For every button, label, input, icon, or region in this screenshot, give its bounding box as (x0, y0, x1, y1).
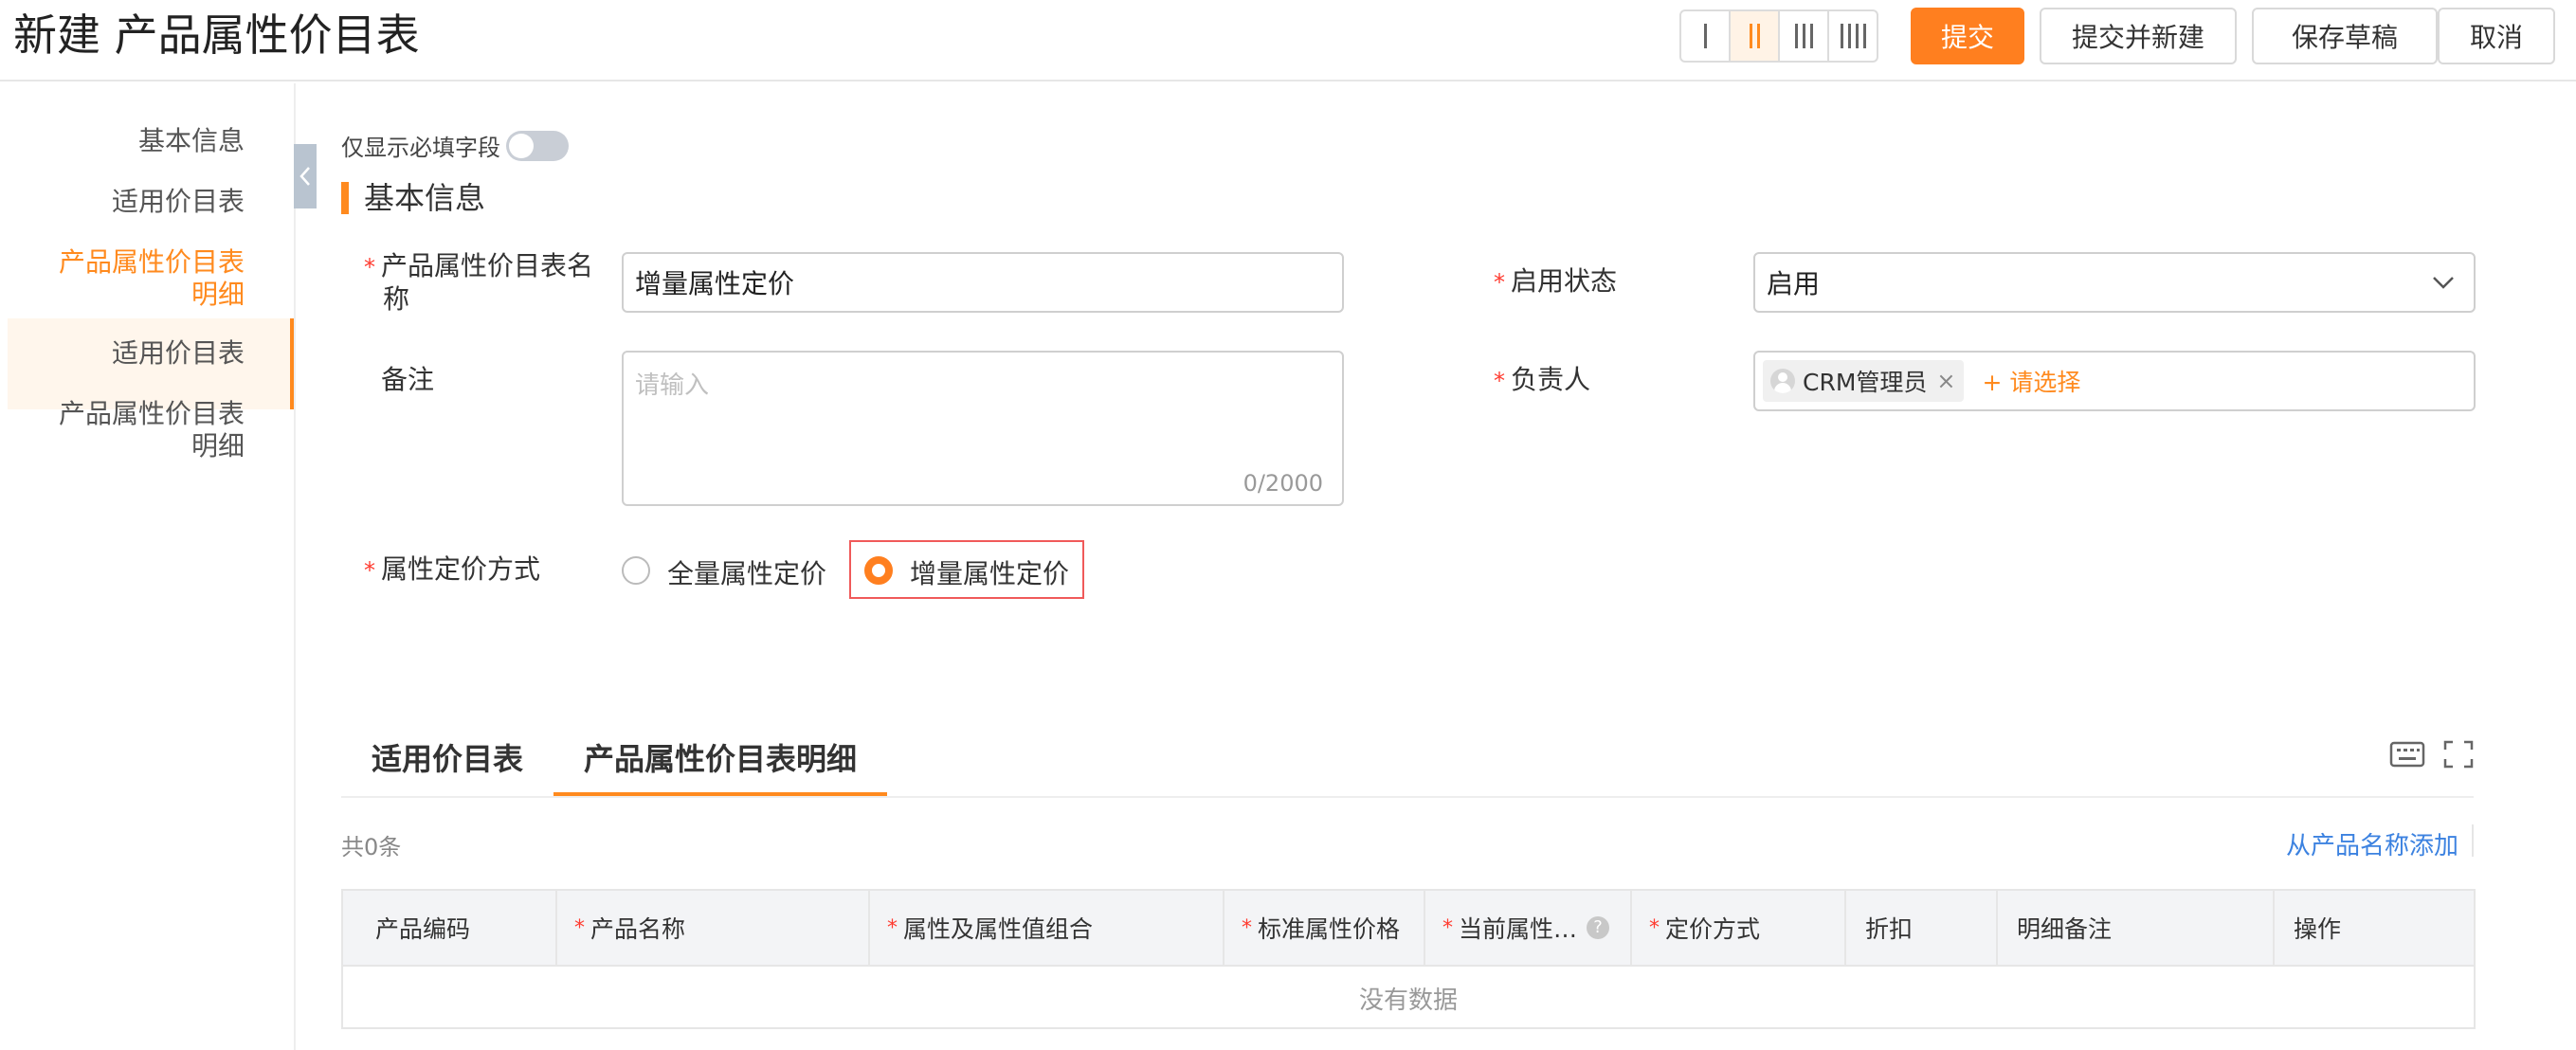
owner-tag-name: CRM管理员 (1803, 369, 1928, 396)
record-count: 共0条 (341, 834, 402, 860)
page-header: 新建 产品属性价目表 提交 提交并新建 保存草稿 取消 (0, 0, 2576, 81)
status-label: * 启用状态 (1494, 265, 1617, 299)
column-header-attr-combo[interactable]: * 属性及属性值组合 (870, 891, 1225, 965)
column-header-product-name[interactable]: * 产品名称 (557, 891, 870, 965)
column-header-label: 产品名称 (590, 915, 686, 943)
radio-full-pricing-label[interactable]: 全量属性定价 (667, 553, 826, 591)
nav-item-attr-price-detail-2[interactable]: 产品属性价目表 明细 (59, 398, 245, 462)
cancel-button[interactable]: 取消 (2438, 8, 2555, 64)
nav-item-basic-info[interactable]: 基本信息 (138, 125, 245, 157)
save-draft-button[interactable]: 保存草稿 (2252, 8, 2438, 64)
name-label: * 产品属性价目表名 称 (364, 250, 593, 316)
column-header-remark[interactable]: 明细备注 (1998, 891, 2275, 965)
detail-table: 产品编码 * 产品名称 * 属性及属性值组合 * 标准属性价格 * 当前属性…? * 定价… (341, 889, 2476, 1029)
column-header-label: 产品编码 (375, 915, 471, 943)
required-mark: * (1494, 269, 1505, 296)
user-avatar-icon (1770, 369, 1795, 393)
table-empty-state: 没有数据 (1358, 986, 1458, 1015)
column-header-label: 属性及属性值组合 (903, 915, 1094, 943)
column-header-discount[interactable]: 折扣 (1846, 891, 1998, 965)
four-column-icon (1840, 24, 1866, 48)
fullscreen-icon[interactable] (2440, 737, 2477, 771)
two-column-icon (1749, 24, 1760, 48)
nav-item-label-line1: 产品属性价目表 (58, 246, 245, 278)
required-mark: * (1494, 368, 1505, 394)
one-column-icon (1703, 24, 1707, 48)
section-title-basic-info: 基本信息 (364, 180, 486, 216)
nav-item-price-books[interactable]: 适用价目表 (112, 186, 245, 218)
layout-3-column-button[interactable] (1780, 11, 1829, 61)
help-icon[interactable]: ? (1587, 916, 1610, 939)
required-only-label: 仅显示必填字段 (341, 135, 500, 161)
keyboard-icon[interactable] (2388, 737, 2426, 771)
close-icon[interactable]: × (1936, 368, 1955, 394)
nav-item-label-line1: 产品属性价目表 (58, 398, 245, 429)
column-header-label: 标准属性价格 (1258, 915, 1401, 943)
column-header-label: 当前属性… (1459, 915, 1578, 943)
name-label-line2: 称 (383, 283, 410, 315)
page-title: 新建 产品属性价目表 (13, 9, 420, 61)
column-header-label: 明细备注 (2017, 915, 2113, 943)
nav-item-attr-price-detail[interactable]: 产品属性价目表 明细 (59, 246, 245, 311)
toolbar-separator (2472, 824, 2474, 857)
nav-item-label-line2: 明细 (190, 430, 245, 462)
name-label-line1: 产品属性价目表名 (381, 250, 594, 281)
required-mark: * (364, 254, 375, 281)
layout-4-column-button[interactable] (1829, 11, 1877, 61)
sidebar-collapse-button[interactable] (294, 144, 317, 208)
column-layout-switcher (1679, 9, 1878, 63)
name-input-value: 增量属性定价 (635, 268, 795, 299)
column-header-std-price[interactable]: * 标准属性价格 (1225, 891, 1425, 965)
column-header-current-attr[interactable]: * 当前属性…? (1425, 891, 1632, 965)
layout-2-column-button[interactable] (1731, 11, 1780, 61)
remark-placeholder: 请输入 (635, 371, 710, 400)
owner-selector[interactable]: CRM管理员 × + 请选择 (1753, 351, 2476, 411)
column-header-label: 操作 (2294, 915, 2342, 943)
remark-textarea[interactable]: 请输入 0/2000 (622, 351, 1344, 506)
chevron-down-icon (2433, 277, 2454, 289)
required-mark: * (887, 915, 898, 940)
radio-full-pricing[interactable] (622, 556, 650, 585)
section-nav: 基本信息 适用价目表 产品属性价目表 明细 适用价目表 产品属性价目表 明细 (0, 83, 296, 1050)
status-select[interactable]: 启用 (1753, 252, 2476, 313)
add-from-product-link[interactable]: 从产品名称添加 (2286, 826, 2458, 861)
column-header-product-code[interactable]: 产品编码 (343, 891, 557, 965)
required-mark: * (574, 915, 585, 940)
section-accent-bar (341, 182, 349, 214)
submit-button[interactable]: 提交 (1911, 8, 2024, 64)
submit-and-new-button[interactable]: 提交并新建 (2040, 8, 2237, 64)
owner-label-text: 负责人 (1511, 364, 1591, 395)
remark-counter: 0/2000 (1243, 470, 1323, 497)
tabs-divider (341, 796, 2474, 798)
tab-attr-price-detail[interactable]: 产品属性价目表明细 (584, 735, 857, 779)
status-label-text: 启用状态 (1511, 265, 1618, 297)
required-mark: * (1242, 915, 1252, 940)
pricing-mode-label: * 属性定价方式 (364, 553, 540, 587)
tab-price-books[interactable]: 适用价目表 (372, 735, 523, 779)
layout-1-column-button[interactable] (1681, 11, 1731, 61)
owner-label: * 负责人 (1494, 364, 1590, 397)
table-header: 产品编码 * 产品名称 * 属性及属性值组合 * 标准属性价格 * 当前属性…? * 定价… (343, 891, 2474, 967)
required-only-toggle[interactable] (506, 131, 569, 161)
status-select-value: 启用 (1767, 268, 1821, 299)
radio-incremental-pricing-label[interactable]: 增量属性定价 (910, 553, 1069, 591)
column-header-label: 折扣 (1865, 915, 1914, 943)
column-header-pricing-mode[interactable]: * 定价方式 (1632, 891, 1846, 965)
add-owner-link[interactable]: + 请选择 (1983, 364, 2081, 398)
owner-tag: CRM管理员 × (1763, 360, 1964, 402)
name-input[interactable]: 增量属性定价 (622, 252, 1344, 313)
required-mark: * (364, 557, 375, 584)
chevron-left-icon (299, 167, 310, 186)
nav-item-label-line2: 明细 (190, 279, 245, 310)
pricing-mode-label-text: 属性定价方式 (381, 553, 541, 585)
three-column-icon (1794, 24, 1813, 48)
required-mark: * (1442, 915, 1453, 940)
remark-label: 备注 (381, 364, 435, 395)
radio-incremental-pricing[interactable] (864, 556, 893, 585)
nav-item-price-books-2[interactable]: 适用价目表 (112, 337, 245, 370)
column-header-label: 定价方式 (1665, 915, 1761, 943)
required-mark: * (1649, 915, 1660, 940)
column-header-actions[interactable]: 操作 (2275, 891, 2474, 965)
